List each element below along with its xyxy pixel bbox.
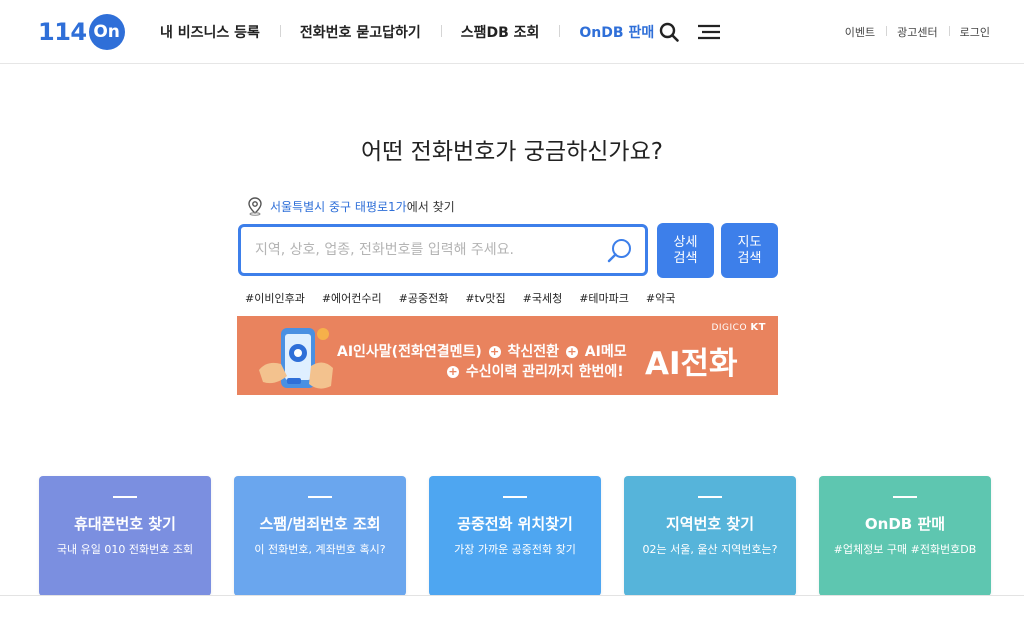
banner-text-forwarding: 착신전환 xyxy=(507,344,560,360)
tag-link[interactable]: #tv맛집 xyxy=(465,290,505,306)
card-divider xyxy=(893,496,917,498)
search-input[interactable] xyxy=(255,237,595,263)
card-title: OnDB 판매 xyxy=(864,515,946,533)
map-search-label-1: 지도 xyxy=(737,234,762,250)
plus-icon: + xyxy=(447,365,459,378)
phone-illustration-icon xyxy=(259,328,333,389)
location-suffix: 에서 찾기 xyxy=(406,199,455,214)
card-subtitle: 국내 유일 010 전화번호 조회 xyxy=(56,543,194,556)
card-title: 공중전화 위치찾기 xyxy=(457,515,573,533)
tag-link[interactable]: #약국 xyxy=(646,290,675,306)
logo[interactable]: 114 On xyxy=(38,14,125,50)
util-events[interactable]: 이벤트 xyxy=(834,24,886,40)
card-subtitle: 이 전화번호, 계좌번호 혹시? xyxy=(254,543,386,556)
nav-register-business[interactable]: 내 비즈니스 등록 xyxy=(140,22,280,42)
banner-brand-prefix: DIGICO xyxy=(711,323,748,333)
ai-call-ad-banner[interactable]: DIGICO KT AI인사말(전화연결멘트) + 착신전환 + AI메모 + … xyxy=(237,316,778,395)
utility-links: 이벤트 광고센터 로그인 xyxy=(834,0,990,64)
card-payphone-locator[interactable]: 공중전화 위치찾기 가장 가까운 공중전화 찾기 xyxy=(429,476,601,596)
tag-link[interactable]: #국세청 xyxy=(523,290,563,306)
banner-brand-name: KT xyxy=(750,322,766,333)
card-divider xyxy=(113,496,137,498)
card-title: 지역번호 찾기 xyxy=(665,515,755,533)
card-subtitle: 가장 가까운 공중전화 찾기 xyxy=(454,543,576,556)
util-ad-center[interactable]: 광고센터 xyxy=(886,24,948,40)
map-search-button[interactable]: 지도 검색 xyxy=(721,223,778,278)
banner-text-greeting: AI인사말(전화연결멘트) xyxy=(337,344,482,360)
nav-phone-qna[interactable]: 전화번호 묻고답하기 xyxy=(279,22,441,42)
search-icon[interactable] xyxy=(657,20,681,44)
util-login[interactable]: 로그인 xyxy=(948,24,990,40)
card-spam-lookup[interactable]: 스팸/범죄번호 조회 이 전화번호, 계좌번호 혹시? xyxy=(234,476,406,596)
menu-icon[interactable] xyxy=(696,20,722,44)
location-pin-icon xyxy=(248,197,262,216)
banner-text-history: 수신이력 관리까지 한번에! xyxy=(465,364,624,380)
footer-strip xyxy=(0,595,1024,622)
plus-icon: + xyxy=(565,345,578,358)
card-divider xyxy=(308,496,332,498)
logo-number: 114 xyxy=(38,18,87,46)
page-title: 어떤 전화번호가 궁금하신가요? xyxy=(361,139,663,165)
detail-search-label-1: 상세 xyxy=(673,234,698,250)
banner-line-2: + 수신이력 관리까지 한번에! xyxy=(445,361,624,381)
logo-badge: On xyxy=(88,14,125,50)
main-nav: 내 비즈니스 등록 전화번호 묻고답하기 스팸DB 조회 OnDB 판매 xyxy=(140,0,674,64)
popular-tags: #이비인후과 #에어컨수리 #공중전화 #tv맛집 #국세청 #테마파크 #약국 xyxy=(245,290,692,306)
card-subtitle: 02는 서울, 울산 지역번호는? xyxy=(642,543,778,556)
banner-headline: AI전화 xyxy=(645,346,738,382)
tag-link[interactable]: #테마파크 xyxy=(579,290,629,306)
detail-search-button[interactable]: 상세 검색 xyxy=(657,223,714,278)
banner-text-memo: AI메모 xyxy=(584,344,627,360)
location-address: 서울특별시 중구 태평로1가 xyxy=(270,199,407,214)
card-title: 휴대폰번호 찾기 xyxy=(74,515,176,533)
current-location[interactable]: 서울특별시 중구 태평로1가 에서 찾기 xyxy=(245,196,455,216)
map-search-label-2: 검색 xyxy=(737,250,762,266)
card-divider xyxy=(503,496,527,498)
tag-link[interactable]: #이비인후과 xyxy=(245,290,305,306)
search-box xyxy=(238,224,648,276)
card-divider xyxy=(698,496,722,498)
tag-link[interactable]: #공중전화 xyxy=(399,290,449,306)
card-title: 스팸/범죄번호 조회 xyxy=(259,515,381,533)
banner-line-1: AI인사말(전화연결멘트) + 착신전환 + AI메모 xyxy=(337,341,627,361)
detail-search-label-2: 검색 xyxy=(673,250,698,266)
card-mobile-number[interactable]: 휴대폰번호 찾기 국내 유일 010 전화번호 조회 xyxy=(39,476,211,596)
nav-spam-db[interactable]: 스팸DB 조회 xyxy=(440,22,560,42)
search-submit-icon[interactable] xyxy=(605,236,635,266)
site-header: 114 On 내 비즈니스 등록 전화번호 묻고답하기 스팸DB 조회 OnDB… xyxy=(0,0,1024,64)
card-area-code[interactable]: 지역번호 찾기 02는 서울, 울산 지역번호는? xyxy=(624,476,796,596)
banner-brand: DIGICO KT xyxy=(711,322,766,333)
plus-icon: + xyxy=(488,345,501,358)
card-subtitle: #업체정보 구매 #전화번호DB xyxy=(833,543,977,556)
tag-link[interactable]: #에어컨수리 xyxy=(322,290,382,306)
card-ondb-sale[interactable]: OnDB 판매 #업체정보 구매 #전화번호DB xyxy=(819,476,991,596)
